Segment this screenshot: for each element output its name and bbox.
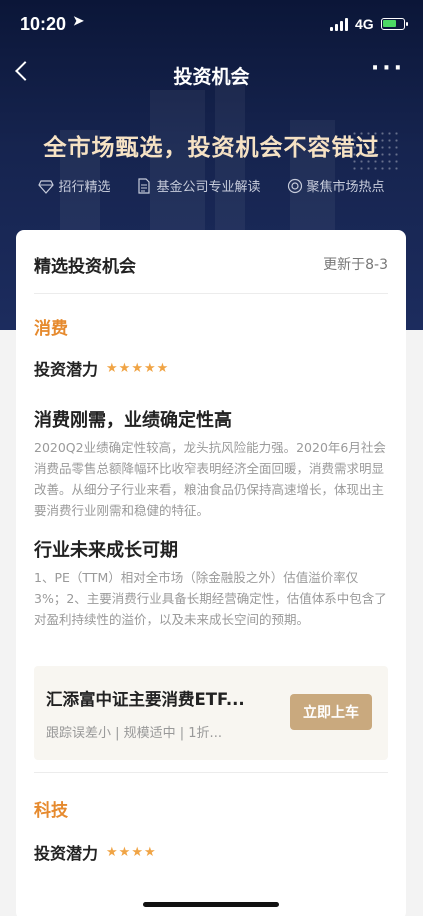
home-indicator[interactable] [143, 902, 279, 907]
diamond-icon [38, 179, 55, 194]
category-title-tech: 科技 [34, 801, 68, 821]
section-text: 2020Q2业绩确定性较高，龙头抗风险能力强。2020年6月社会消费品零售总额降… [34, 440, 386, 518]
rating-stars: ★★★★ [106, 844, 157, 860]
feature-label: 基金公司专业解读 [156, 180, 261, 195]
hero-slogan: 全市场甄选，投资机会不容错过 [43, 135, 380, 161]
signal-icon [330, 18, 350, 31]
divider [34, 293, 388, 294]
section-title: 行业未来成长可期 [34, 540, 178, 561]
fund-recommendation[interactable]: 汇添富中证主要消费ETF... 跟踪误差小 | 规模适中 | 1折... 立即上… [34, 666, 388, 760]
opportunity-card: 精选投资机会 更新于8-3 消费 投资潜力 ★★★★★ 消费刚需，业绩确定性高 … [16, 230, 406, 916]
category-title-consumer: 消费 [34, 319, 68, 339]
status-bar: 10:20 ➤ 4G [0, 0, 423, 50]
update-date: 更新于8-3 [323, 257, 388, 273]
feature-label: 招行精选 [58, 180, 111, 195]
investment-potential: 投资潜力 ★★★★ [34, 840, 157, 864]
potential-label: 投资潜力 [34, 844, 99, 863]
status-time: 10:20 [20, 14, 67, 34]
navigation-bar: 投资机会 ··· [0, 52, 423, 96]
feature-label: 聚焦市场热点 [306, 180, 385, 195]
section-title: 消费刚需，业绩确定性高 [34, 410, 232, 431]
section-text: 1、PE（TTM）相对全市场（除金融股之外）估值溢价率仅3%；2、主要消费行业具… [34, 570, 387, 627]
investment-potential: 投资潜力 ★★★★★ [34, 356, 169, 380]
battery-icon [381, 18, 408, 30]
buy-now-button[interactable]: 立即上车 [290, 694, 372, 730]
location-arrow-icon: ➤ [73, 13, 84, 28]
feature-item: 聚焦市场热点 [287, 176, 385, 195]
divider [34, 772, 388, 773]
feature-item: 招行精选 [38, 176, 110, 195]
feature-item: 基金公司专业解读 [136, 176, 261, 195]
feature-list: 招行精选 基金公司专业解读 聚焦市场热点 [0, 176, 423, 195]
card-title: 精选投资机会 [34, 257, 136, 277]
more-options-icon[interactable]: ··· [371, 56, 405, 81]
document-icon [138, 177, 151, 194]
potential-label: 投资潜力 [34, 360, 99, 379]
fund-name[interactable]: 汇添富中证主要消费ETF... [46, 686, 245, 710]
target-icon [287, 178, 302, 193]
fund-tags: 跟踪误差小 | 规模适中 | 1折... [46, 726, 222, 741]
rating-stars: ★★★★★ [106, 360, 170, 376]
card-header: 精选投资机会 更新于8-3 [34, 252, 388, 277]
page-title: 投资机会 [173, 66, 250, 88]
network-type: 4G [355, 16, 374, 32]
